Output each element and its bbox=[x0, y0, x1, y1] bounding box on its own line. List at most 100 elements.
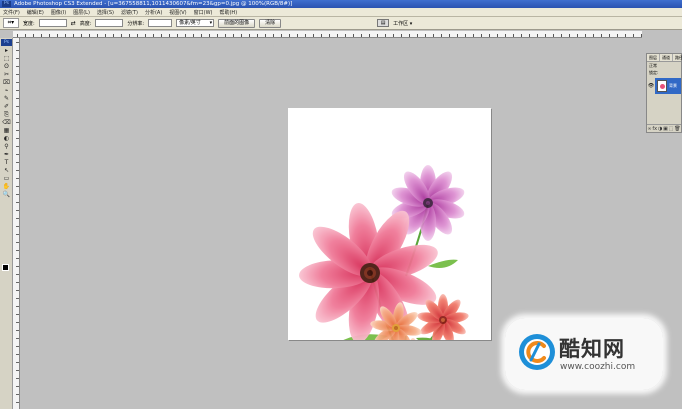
tab-paths[interactable]: 路径 bbox=[673, 54, 682, 61]
type-tool-icon[interactable]: T bbox=[2, 159, 11, 166]
ruler-tick bbox=[249, 34, 250, 37]
hand-tool-icon[interactable]: ✋ bbox=[2, 183, 11, 190]
menu-view[interactable]: 视图(V) bbox=[169, 9, 186, 16]
ruler-tick bbox=[577, 34, 578, 37]
ruler-tick bbox=[561, 34, 562, 37]
shape-tool-icon[interactable]: ▭ bbox=[2, 175, 11, 182]
ruler-tick bbox=[16, 242, 19, 243]
clone-stamp-tool-icon[interactable]: ⎘ bbox=[2, 111, 11, 118]
new-layer-icon[interactable]: ⬚ bbox=[669, 125, 674, 132]
ruler-tick bbox=[16, 330, 19, 331]
menu-window[interactable]: 窗口(W) bbox=[194, 9, 213, 16]
slice-tool-icon[interactable]: ⌁ bbox=[2, 87, 11, 94]
layer-style-icon[interactable]: fx bbox=[652, 125, 657, 132]
crop-tool-icon[interactable]: ⌧ bbox=[2, 79, 11, 86]
swap-dimensions-icon[interactable]: ⇄ bbox=[71, 20, 76, 27]
menu-edit[interactable]: 编辑(E) bbox=[27, 9, 44, 16]
blur-tool-icon[interactable]: ⚲ bbox=[2, 143, 11, 150]
ruler-tick bbox=[281, 34, 282, 37]
ruler-tick bbox=[16, 42, 19, 43]
layers-footer: ∞ fx ◑ ▣ ⬚ 🗑 bbox=[647, 124, 681, 132]
blend-mode-select[interactable]: 正常 bbox=[647, 62, 681, 69]
lasso-tool-icon[interactable]: ʘ bbox=[2, 63, 11, 70]
crop-tool-preset-icon[interactable]: ⌗▾ bbox=[3, 18, 19, 28]
width-input[interactable] bbox=[38, 19, 67, 27]
eraser-tool-icon[interactable]: ⌫ bbox=[2, 119, 11, 126]
ruler-tick bbox=[617, 34, 618, 37]
ruler-tick bbox=[169, 34, 170, 37]
move-tool-icon[interactable]: ▸ bbox=[2, 47, 11, 54]
menu-image[interactable]: 图像(I) bbox=[51, 9, 66, 16]
menu-filter[interactable]: 滤镜(T) bbox=[121, 9, 138, 16]
ruler-tick bbox=[16, 386, 19, 387]
workspace-menu[interactable]: 工作区 ▾ bbox=[393, 20, 412, 27]
coozhi-logo-icon bbox=[519, 334, 555, 370]
path-selection-tool-icon[interactable]: ↖ bbox=[2, 167, 11, 174]
watermark: 酷知网 www.coozhi.com bbox=[505, 318, 663, 390]
ruler-tick bbox=[16, 306, 19, 307]
ruler-tick bbox=[16, 370, 19, 371]
menu-file[interactable]: 文件(F) bbox=[3, 9, 20, 16]
visibility-eye-icon[interactable]: 👁 bbox=[647, 78, 655, 94]
ruler-tick bbox=[16, 106, 19, 107]
ruler-tick bbox=[153, 34, 154, 37]
ruler-tick bbox=[16, 298, 19, 299]
ruler-tick bbox=[321, 34, 322, 37]
lock-options[interactable]: 锁定: bbox=[647, 69, 681, 76]
ruler-tick bbox=[16, 50, 19, 51]
layer-row-background[interactable]: 👁 背景 bbox=[647, 78, 681, 94]
link-layers-icon[interactable]: ∞ bbox=[647, 125, 651, 132]
menu-analysis[interactable]: 分析(A) bbox=[145, 9, 162, 16]
brush-tool-icon[interactable]: ✐ bbox=[2, 103, 11, 110]
resolution-input[interactable] bbox=[148, 19, 173, 27]
clear-button[interactable]: 清除 bbox=[259, 18, 282, 28]
ruler-tick bbox=[16, 82, 19, 83]
height-input[interactable] bbox=[95, 19, 124, 27]
ruler-tick bbox=[609, 34, 610, 37]
ruler-tick bbox=[161, 34, 162, 37]
workspace-icon[interactable]: ▤ bbox=[377, 19, 390, 27]
ruler-tick bbox=[16, 74, 19, 75]
adjustment-layer-icon[interactable]: ◑ bbox=[658, 125, 662, 132]
tab-layers[interactable]: 图层 bbox=[647, 54, 660, 61]
ruler-tick bbox=[129, 34, 130, 37]
ruler-tick bbox=[16, 354, 19, 355]
healing-brush-tool-icon[interactable]: ✎ bbox=[2, 95, 11, 102]
ruler-tick bbox=[553, 34, 554, 37]
ruler-tick bbox=[145, 34, 146, 37]
ruler-tick bbox=[337, 34, 338, 37]
ruler-tick bbox=[33, 34, 34, 37]
front-image-button[interactable]: 前面的图像 bbox=[218, 18, 256, 28]
ruler-tick bbox=[81, 34, 82, 37]
ruler-tick bbox=[16, 170, 19, 171]
menu-layer[interactable]: 图层(L) bbox=[73, 9, 90, 16]
ruler-tick bbox=[633, 34, 634, 37]
ruler-tick bbox=[481, 34, 482, 37]
pen-tool-icon[interactable]: ✒ bbox=[2, 151, 11, 158]
foreground-color-swatch[interactable] bbox=[2, 264, 9, 271]
new-group-icon[interactable]: ▣ bbox=[663, 125, 668, 132]
ruler-tick bbox=[353, 34, 354, 37]
ruler-tick bbox=[377, 34, 378, 37]
resolution-unit-select[interactable]: 像素/英寸 bbox=[176, 19, 215, 27]
ruler-tick bbox=[16, 314, 19, 315]
ruler-tick bbox=[57, 34, 58, 37]
ruler-tick bbox=[473, 34, 474, 37]
delete-layer-icon[interactable]: 🗑 bbox=[674, 125, 680, 132]
magic-wand-tool-icon[interactable]: ✂ bbox=[2, 71, 11, 78]
menu-select[interactable]: 选择(S) bbox=[97, 9, 114, 16]
zoom-tool-icon[interactable]: 🔍 bbox=[2, 191, 11, 198]
dodge-tool-icon[interactable]: ◐ bbox=[2, 135, 11, 142]
gradient-tool-icon[interactable]: ▦ bbox=[2, 127, 11, 134]
ruler-tick bbox=[385, 34, 386, 37]
menu-help[interactable]: 帮助(H) bbox=[219, 9, 237, 16]
marquee-tool-icon[interactable]: ⬚ bbox=[2, 55, 11, 62]
tab-channels[interactable]: 通道 bbox=[660, 54, 673, 61]
ruler-tick bbox=[16, 186, 19, 187]
ruler-tick bbox=[521, 34, 522, 37]
ruler-tick bbox=[113, 34, 114, 37]
ruler-tick bbox=[297, 34, 298, 37]
watermark-url: www.coozhi.com bbox=[560, 362, 636, 372]
app-icon: Ps bbox=[2, 1, 11, 7]
document-canvas[interactable] bbox=[288, 108, 491, 374]
